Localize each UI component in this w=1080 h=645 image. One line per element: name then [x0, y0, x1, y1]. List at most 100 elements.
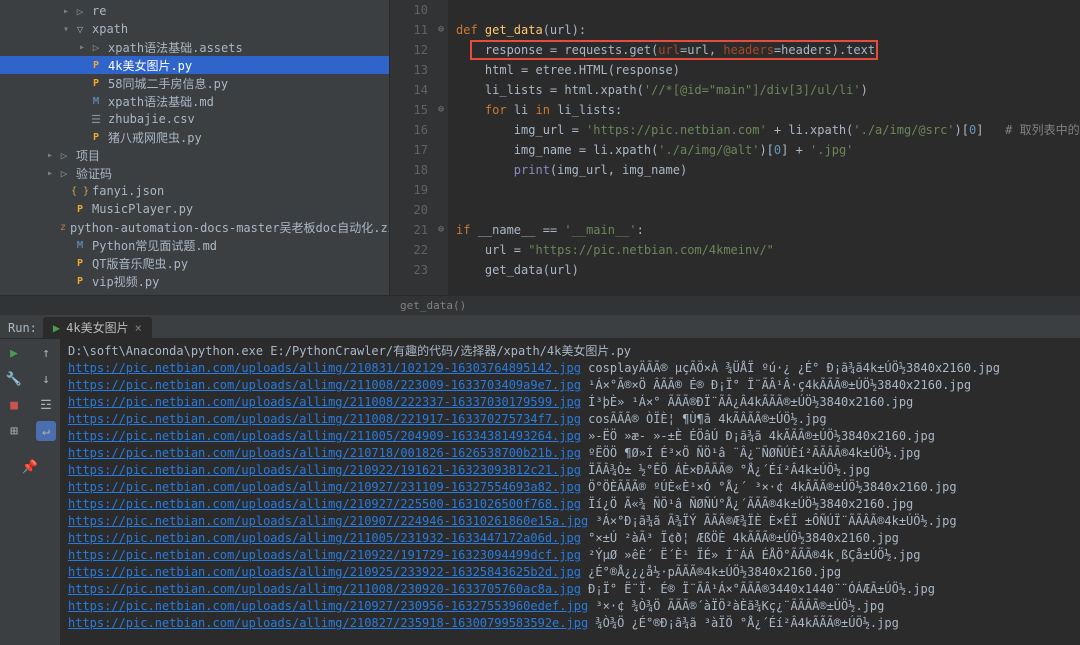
chevron-icon[interactable]: ▸: [76, 42, 88, 53]
output-link[interactable]: https://pic.netbian.com/uploads/allimg/2…: [68, 599, 588, 613]
chevron-icon[interactable]: ▸: [60, 6, 72, 17]
scroll-down-icon[interactable]: ↓: [36, 369, 56, 389]
rerun-icon[interactable]: ▶: [4, 343, 24, 363]
tree-item[interactable]: P QT版音乐爬虫.py: [0, 254, 389, 272]
run-output[interactable]: D:\soft\Anaconda\python.exe E:/PythonCra…: [60, 339, 1080, 645]
file-type-icon: ▽: [72, 22, 88, 36]
tree-item-label: 58同城二手房信息.py: [108, 75, 228, 92]
output-line: https://pic.netbian.com/uploads/allimg/2…: [68, 377, 1072, 394]
tree-item-label: Python常见面试题.md: [92, 237, 217, 254]
tree-item-label: zhubajie.csv: [108, 112, 195, 126]
output-link[interactable]: https://pic.netbian.com/uploads/allimg/2…: [68, 412, 581, 426]
chevron-icon[interactable]: ▸: [44, 168, 56, 179]
tree-item-label: fanyi.json: [92, 184, 164, 198]
output-link[interactable]: https://pic.netbian.com/uploads/allimg/2…: [68, 531, 581, 545]
code-line[interactable]: def get_data(url):: [456, 20, 1080, 40]
tree-item[interactable]: ▾▽ xpath: [0, 20, 389, 38]
tree-item-label: 项目: [76, 147, 100, 164]
chevron-icon[interactable]: ▸: [44, 150, 56, 161]
code-editor[interactable]: 1011121314151617181920212223 ⊖⊖⊖ def get…: [390, 0, 1080, 295]
output-link[interactable]: https://pic.netbian.com/uploads/allimg/2…: [68, 616, 588, 630]
export-icon[interactable]: ☲: [36, 395, 56, 415]
output-link[interactable]: https://pic.netbian.com/uploads/allimg/2…: [68, 378, 581, 392]
tree-item[interactable]: P猪八戒网爬虫.py: [0, 128, 389, 146]
run-tool-header[interactable]: Run: ▶ 4k美女图片 ×: [0, 317, 1080, 339]
output-link[interactable]: https://pic.netbian.com/uploads/allimg/2…: [68, 565, 581, 579]
output-line: https://pic.netbian.com/uploads/allimg/2…: [68, 547, 1072, 564]
tree-item[interactable]: Pvip视频.py: [0, 272, 389, 290]
output-line: https://pic.netbian.com/uploads/allimg/2…: [68, 615, 1072, 632]
tree-item-label: re: [92, 4, 106, 18]
output-link[interactable]: https://pic.netbian.com/uploads/allimg/2…: [68, 548, 581, 562]
tree-item[interactable]: zpython-automation-docs-master吴老板doc自动化.…: [0, 218, 389, 236]
tree-item-label: 4k美女图片.py: [108, 57, 192, 74]
code-line[interactable]: li_lists = html.xpath('//*[@id="main"]/d…: [456, 80, 1080, 100]
output-link[interactable]: https://pic.netbian.com/uploads/allimg/2…: [68, 429, 581, 443]
tree-item[interactable]: P MusicPlayer.py: [0, 200, 389, 218]
file-type-icon: ▷: [72, 4, 88, 18]
code-area[interactable]: def get_data(url): response = requests.g…: [448, 0, 1080, 295]
code-line[interactable]: [456, 200, 1080, 220]
output-line: https://pic.netbian.com/uploads/allimg/2…: [68, 360, 1072, 377]
file-type-icon: P: [88, 130, 104, 144]
code-line[interactable]: for li in li_lists:: [456, 100, 1080, 120]
run-tab[interactable]: ▶ 4k美女图片 ×: [43, 317, 152, 338]
tree-item[interactable]: ☰zhubajie.csv: [0, 110, 389, 128]
project-sidebar[interactable]: ▸▷re▾▽xpath▸▷xpath语法基础.assetsP4k美女图片.pyP…: [0, 0, 390, 295]
code-line[interactable]: [456, 0, 1080, 20]
output-link[interactable]: https://pic.netbian.com/uploads/allimg/2…: [68, 361, 581, 375]
tree-item[interactable]: ▸▷ re: [0, 2, 389, 20]
tree-item-label: vip视频.py: [92, 273, 159, 290]
tree-item[interactable]: ▸▷xpath语法基础.assets: [0, 38, 389, 56]
soft-wrap-icon[interactable]: ↵: [36, 421, 56, 441]
chevron-icon[interactable]: ▾: [60, 24, 72, 35]
tree-item[interactable]: M Python常见面试题.md: [0, 236, 389, 254]
run-tab-title: 4k美女图片: [66, 319, 128, 336]
output-line: https://pic.netbian.com/uploads/allimg/2…: [68, 479, 1072, 496]
tree-item[interactable]: ▸▷项目: [0, 146, 389, 164]
stop-icon[interactable]: ■: [4, 395, 24, 415]
output-link[interactable]: https://pic.netbian.com/uploads/allimg/2…: [68, 446, 581, 460]
code-line[interactable]: print(img_url, img_name): [456, 160, 1080, 180]
tree-item[interactable]: P58同城二手房信息.py: [0, 74, 389, 92]
output-line: https://pic.netbian.com/uploads/allimg/2…: [68, 530, 1072, 547]
pin-icon[interactable]: 📌: [20, 457, 40, 477]
output-link[interactable]: https://pic.netbian.com/uploads/allimg/2…: [68, 463, 581, 477]
code-line[interactable]: url = "https://pic.netbian.com/4kmeinv/": [456, 240, 1080, 260]
tree-item-label: xpath语法基础.md: [108, 93, 214, 110]
code-line[interactable]: [456, 180, 1080, 200]
output-line: https://pic.netbian.com/uploads/allimg/2…: [68, 411, 1072, 428]
tree-item[interactable]: Mxpath语法基础.md: [0, 92, 389, 110]
code-line[interactable]: html = etree.HTML(response): [456, 60, 1080, 80]
tree-item-label: xpath语法基础.assets: [108, 39, 243, 56]
tree-item[interactable]: ▸▷验证码: [0, 164, 389, 182]
output-link[interactable]: https://pic.netbian.com/uploads/allimg/2…: [68, 514, 588, 528]
tree-item-label: xpath: [92, 22, 128, 36]
tree-item-label: MusicPlayer.py: [92, 202, 193, 216]
scroll-up-icon[interactable]: ↑: [36, 343, 56, 363]
output-line: https://pic.netbian.com/uploads/allimg/2…: [68, 581, 1072, 598]
code-line[interactable]: get_data(url): [456, 260, 1080, 280]
tree-item[interactable]: P4k美女图片.py: [0, 56, 389, 74]
output-link[interactable]: https://pic.netbian.com/uploads/allimg/2…: [68, 582, 581, 596]
file-type-icon: M: [72, 238, 88, 252]
layout-icon[interactable]: ⊞: [4, 421, 24, 441]
tree-item[interactable]: { }fanyi.json: [0, 182, 389, 200]
tree-item-label: QT版音乐爬虫.py: [92, 255, 188, 272]
wrench-icon[interactable]: 🔧: [4, 369, 24, 389]
editor-breadcrumb[interactable]: get_data(): [0, 295, 1080, 315]
output-link[interactable]: https://pic.netbian.com/uploads/allimg/2…: [68, 480, 581, 494]
close-icon[interactable]: ×: [135, 321, 142, 335]
code-line[interactable]: img_name = li.xpath('./a/img/@alt')[0] +…: [456, 140, 1080, 160]
run-toolbar[interactable]: ▶ ↑ 🔧 ↓ ■ ☲ ⊞ ↵ 📌: [0, 339, 60, 645]
fold-gutter[interactable]: ⊖⊖⊖: [434, 0, 448, 295]
output-link[interactable]: https://pic.netbian.com/uploads/allimg/2…: [68, 497, 581, 511]
tree-item-label: 验证码: [76, 165, 112, 182]
output-link[interactable]: https://pic.netbian.com/uploads/allimg/2…: [68, 395, 581, 409]
file-type-icon: P: [72, 202, 88, 216]
code-line[interactable]: if __name__ == '__main__':: [456, 220, 1080, 240]
code-line[interactable]: response = requests.get(url=url, headers…: [456, 40, 1080, 60]
line-gutter: 1011121314151617181920212223: [390, 0, 434, 295]
code-line[interactable]: img_url = 'https://pic.netbian.com' + li…: [456, 120, 1080, 140]
file-type-icon: P: [72, 256, 88, 270]
